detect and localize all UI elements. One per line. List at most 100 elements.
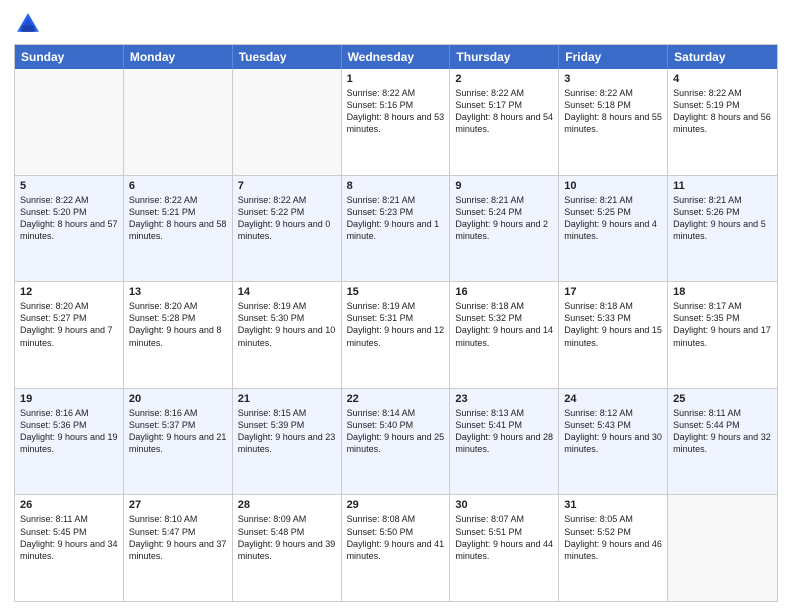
sunrise-text: Sunrise: 8:13 AM xyxy=(455,407,553,419)
sunset-text: Sunset: 5:24 PM xyxy=(455,206,553,218)
day-header-saturday: Saturday xyxy=(668,45,777,69)
logo-icon xyxy=(14,10,42,38)
calendar-row: 1Sunrise: 8:22 AMSunset: 5:16 PMDaylight… xyxy=(15,69,777,175)
sunset-text: Sunset: 5:47 PM xyxy=(129,526,227,538)
daylight-text: Daylight: 9 hours and 8 minutes. xyxy=(129,324,227,348)
sunrise-text: Sunrise: 8:21 AM xyxy=(564,194,662,206)
sunrise-text: Sunrise: 8:16 AM xyxy=(20,407,118,419)
day-number: 5 xyxy=(20,180,118,192)
sunrise-text: Sunrise: 8:19 AM xyxy=(238,300,336,312)
sunset-text: Sunset: 5:18 PM xyxy=(564,99,662,111)
sunrise-text: Sunrise: 8:22 AM xyxy=(564,87,662,99)
day-cell-9: 9Sunrise: 8:21 AMSunset: 5:24 PMDaylight… xyxy=(450,176,559,282)
day-cell-21: 21Sunrise: 8:15 AMSunset: 5:39 PMDayligh… xyxy=(233,389,342,495)
daylight-text: Daylight: 8 hours and 53 minutes. xyxy=(347,111,445,135)
day-cell-10: 10Sunrise: 8:21 AMSunset: 5:25 PMDayligh… xyxy=(559,176,668,282)
day-header-tuesday: Tuesday xyxy=(233,45,342,69)
sunrise-text: Sunrise: 8:19 AM xyxy=(347,300,445,312)
day-cell-7: 7Sunrise: 8:22 AMSunset: 5:22 PMDaylight… xyxy=(233,176,342,282)
sunrise-text: Sunrise: 8:18 AM xyxy=(564,300,662,312)
sunset-text: Sunset: 5:44 PM xyxy=(673,419,772,431)
sunrise-text: Sunrise: 8:17 AM xyxy=(673,300,772,312)
empty-cell xyxy=(124,69,233,175)
day-number: 31 xyxy=(564,499,662,511)
day-cell-11: 11Sunrise: 8:21 AMSunset: 5:26 PMDayligh… xyxy=(668,176,777,282)
header xyxy=(14,10,778,38)
daylight-text: Daylight: 9 hours and 4 minutes. xyxy=(564,218,662,242)
daylight-text: Daylight: 9 hours and 30 minutes. xyxy=(564,431,662,455)
day-cell-26: 26Sunrise: 8:11 AMSunset: 5:45 PMDayligh… xyxy=(15,495,124,601)
day-number: 28 xyxy=(238,499,336,511)
sunrise-text: Sunrise: 8:10 AM xyxy=(129,513,227,525)
day-number: 8 xyxy=(347,180,445,192)
day-cell-4: 4 Sunrise: 8:22 AMSunset: 5:19 PMDaylight… xyxy=(668,69,777,175)
day-number: 1 xyxy=(347,73,445,85)
day-cell-25: 25Sunrise: 8:11 AMSunset: 5:44 PMDayligh… xyxy=(668,389,777,495)
day-cell-22: 22Sunrise: 8:14 AMSunset: 5:40 PMDayligh… xyxy=(342,389,451,495)
daylight-text: Daylight: 9 hours and 10 minutes. xyxy=(238,324,336,348)
calendar: SundayMondayTuesdayWednesdayThursdayFrid… xyxy=(14,44,778,602)
day-number: 23 xyxy=(455,393,553,405)
empty-cell xyxy=(668,495,777,601)
daylight-text: Daylight: 9 hours and 46 minutes. xyxy=(564,538,662,562)
sunrise-text: Sunrise: 8:20 AM xyxy=(20,300,118,312)
day-header-thursday: Thursday xyxy=(450,45,559,69)
day-number: 25 xyxy=(673,393,772,405)
calendar-row: 12Sunrise: 8:20 AMSunset: 5:27 PMDayligh… xyxy=(15,281,777,388)
day-number: 10 xyxy=(564,180,662,192)
calendar-body: 1Sunrise: 8:22 AMSunset: 5:16 PMDaylight… xyxy=(15,69,777,601)
day-cell-18: 18Sunrise: 8:17 AMSunset: 5:35 PMDayligh… xyxy=(668,282,777,388)
day-number: 6 xyxy=(129,180,227,192)
day-cell-20: 20Sunrise: 8:16 AMSunset: 5:37 PMDayligh… xyxy=(124,389,233,495)
day-number: 2 xyxy=(455,73,553,85)
sunrise-text: Sunrise: 8:22 AM xyxy=(129,194,227,206)
sunrise-text: Sunrise: 8:11 AM xyxy=(20,513,118,525)
day-cell-3: 3Sunrise: 8:22 AMSunset: 5:18 PMDaylight… xyxy=(559,69,668,175)
daylight-text: Daylight: 9 hours and 37 minutes. xyxy=(129,538,227,562)
calendar-row: 19Sunrise: 8:16 AMSunset: 5:36 PMDayligh… xyxy=(15,388,777,495)
day-number: 4 xyxy=(673,73,772,85)
sunrise-text: Sunrise: 8:20 AM xyxy=(129,300,227,312)
sunrise-text: Sunrise: 8:16 AM xyxy=(129,407,227,419)
sunset-text: Sunset: 5:26 PM xyxy=(673,206,772,218)
day-cell-14: 14Sunrise: 8:19 AMSunset: 5:30 PMDayligh… xyxy=(233,282,342,388)
day-number: 29 xyxy=(347,499,445,511)
daylight-text: Daylight: 9 hours and 1 minute. xyxy=(347,218,445,242)
daylight-text: Daylight: 8 hours and 56 minutes. xyxy=(673,111,772,135)
day-number: 15 xyxy=(347,286,445,298)
daylight-text: Daylight: 8 hours and 54 minutes. xyxy=(455,111,553,135)
daylight-text: Daylight: 9 hours and 23 minutes. xyxy=(238,431,336,455)
sunset-text: Sunset: 5:27 PM xyxy=(20,312,118,324)
daylight-text: Daylight: 9 hours and 19 minutes. xyxy=(20,431,118,455)
sunrise-text: Sunrise: 8:22 AM xyxy=(455,87,553,99)
day-cell-17: 17Sunrise: 8:18 AMSunset: 5:33 PMDayligh… xyxy=(559,282,668,388)
day-cell-28: 28Sunrise: 8:09 AMSunset: 5:48 PMDayligh… xyxy=(233,495,342,601)
sunrise-text: Sunrise: 8:14 AM xyxy=(347,407,445,419)
sunset-text: Sunset: 5:45 PM xyxy=(20,526,118,538)
sunset-text: Sunset: 5:37 PM xyxy=(129,419,227,431)
daylight-text: Daylight: 9 hours and 25 minutes. xyxy=(347,431,445,455)
day-cell-2: 2Sunrise: 8:22 AMSunset: 5:17 PMDaylight… xyxy=(450,69,559,175)
day-header-monday: Monday xyxy=(124,45,233,69)
sunrise-text: Sunrise: 8:07 AM xyxy=(455,513,553,525)
day-cell-30: 30Sunrise: 8:07 AMSunset: 5:51 PMDayligh… xyxy=(450,495,559,601)
daylight-text: Daylight: 9 hours and 14 minutes. xyxy=(455,324,553,348)
day-number: 20 xyxy=(129,393,227,405)
daylight-text: Daylight: 9 hours and 2 minutes. xyxy=(455,218,553,242)
daylight-text: Daylight: 9 hours and 32 minutes. xyxy=(673,431,772,455)
sunset-text: Sunset: 5:41 PM xyxy=(455,419,553,431)
day-cell-5: 5Sunrise: 8:22 AMSunset: 5:20 PMDaylight… xyxy=(15,176,124,282)
daylight-text: Daylight: 9 hours and 5 minutes. xyxy=(673,218,772,242)
sunrise-text: Sunrise: 8:22 AM xyxy=(673,87,772,99)
sunset-text: Sunset: 5:20 PM xyxy=(20,206,118,218)
daylight-text: Daylight: 8 hours and 58 minutes. xyxy=(129,218,227,242)
day-cell-8: 8Sunrise: 8:21 AMSunset: 5:23 PMDaylight… xyxy=(342,176,451,282)
day-number: 7 xyxy=(238,180,336,192)
day-cell-12: 12Sunrise: 8:20 AMSunset: 5:27 PMDayligh… xyxy=(15,282,124,388)
calendar-row: 5 Sunrise: 8:22 AM Sunset: 5:20 PM Daylight… xyxy=(15,175,777,282)
day-cell-13: 13Sunrise: 8:20 AMSunset: 5:28 PMDayligh… xyxy=(124,282,233,388)
sunset-text: Sunset: 5:19 PM xyxy=(673,99,772,111)
sunset-text: Sunset: 5:23 PM xyxy=(347,206,445,218)
sunrise-text: Sunrise: 8:15 AM xyxy=(238,407,336,419)
sunset-text: Sunset: 5:43 PM xyxy=(564,419,662,431)
